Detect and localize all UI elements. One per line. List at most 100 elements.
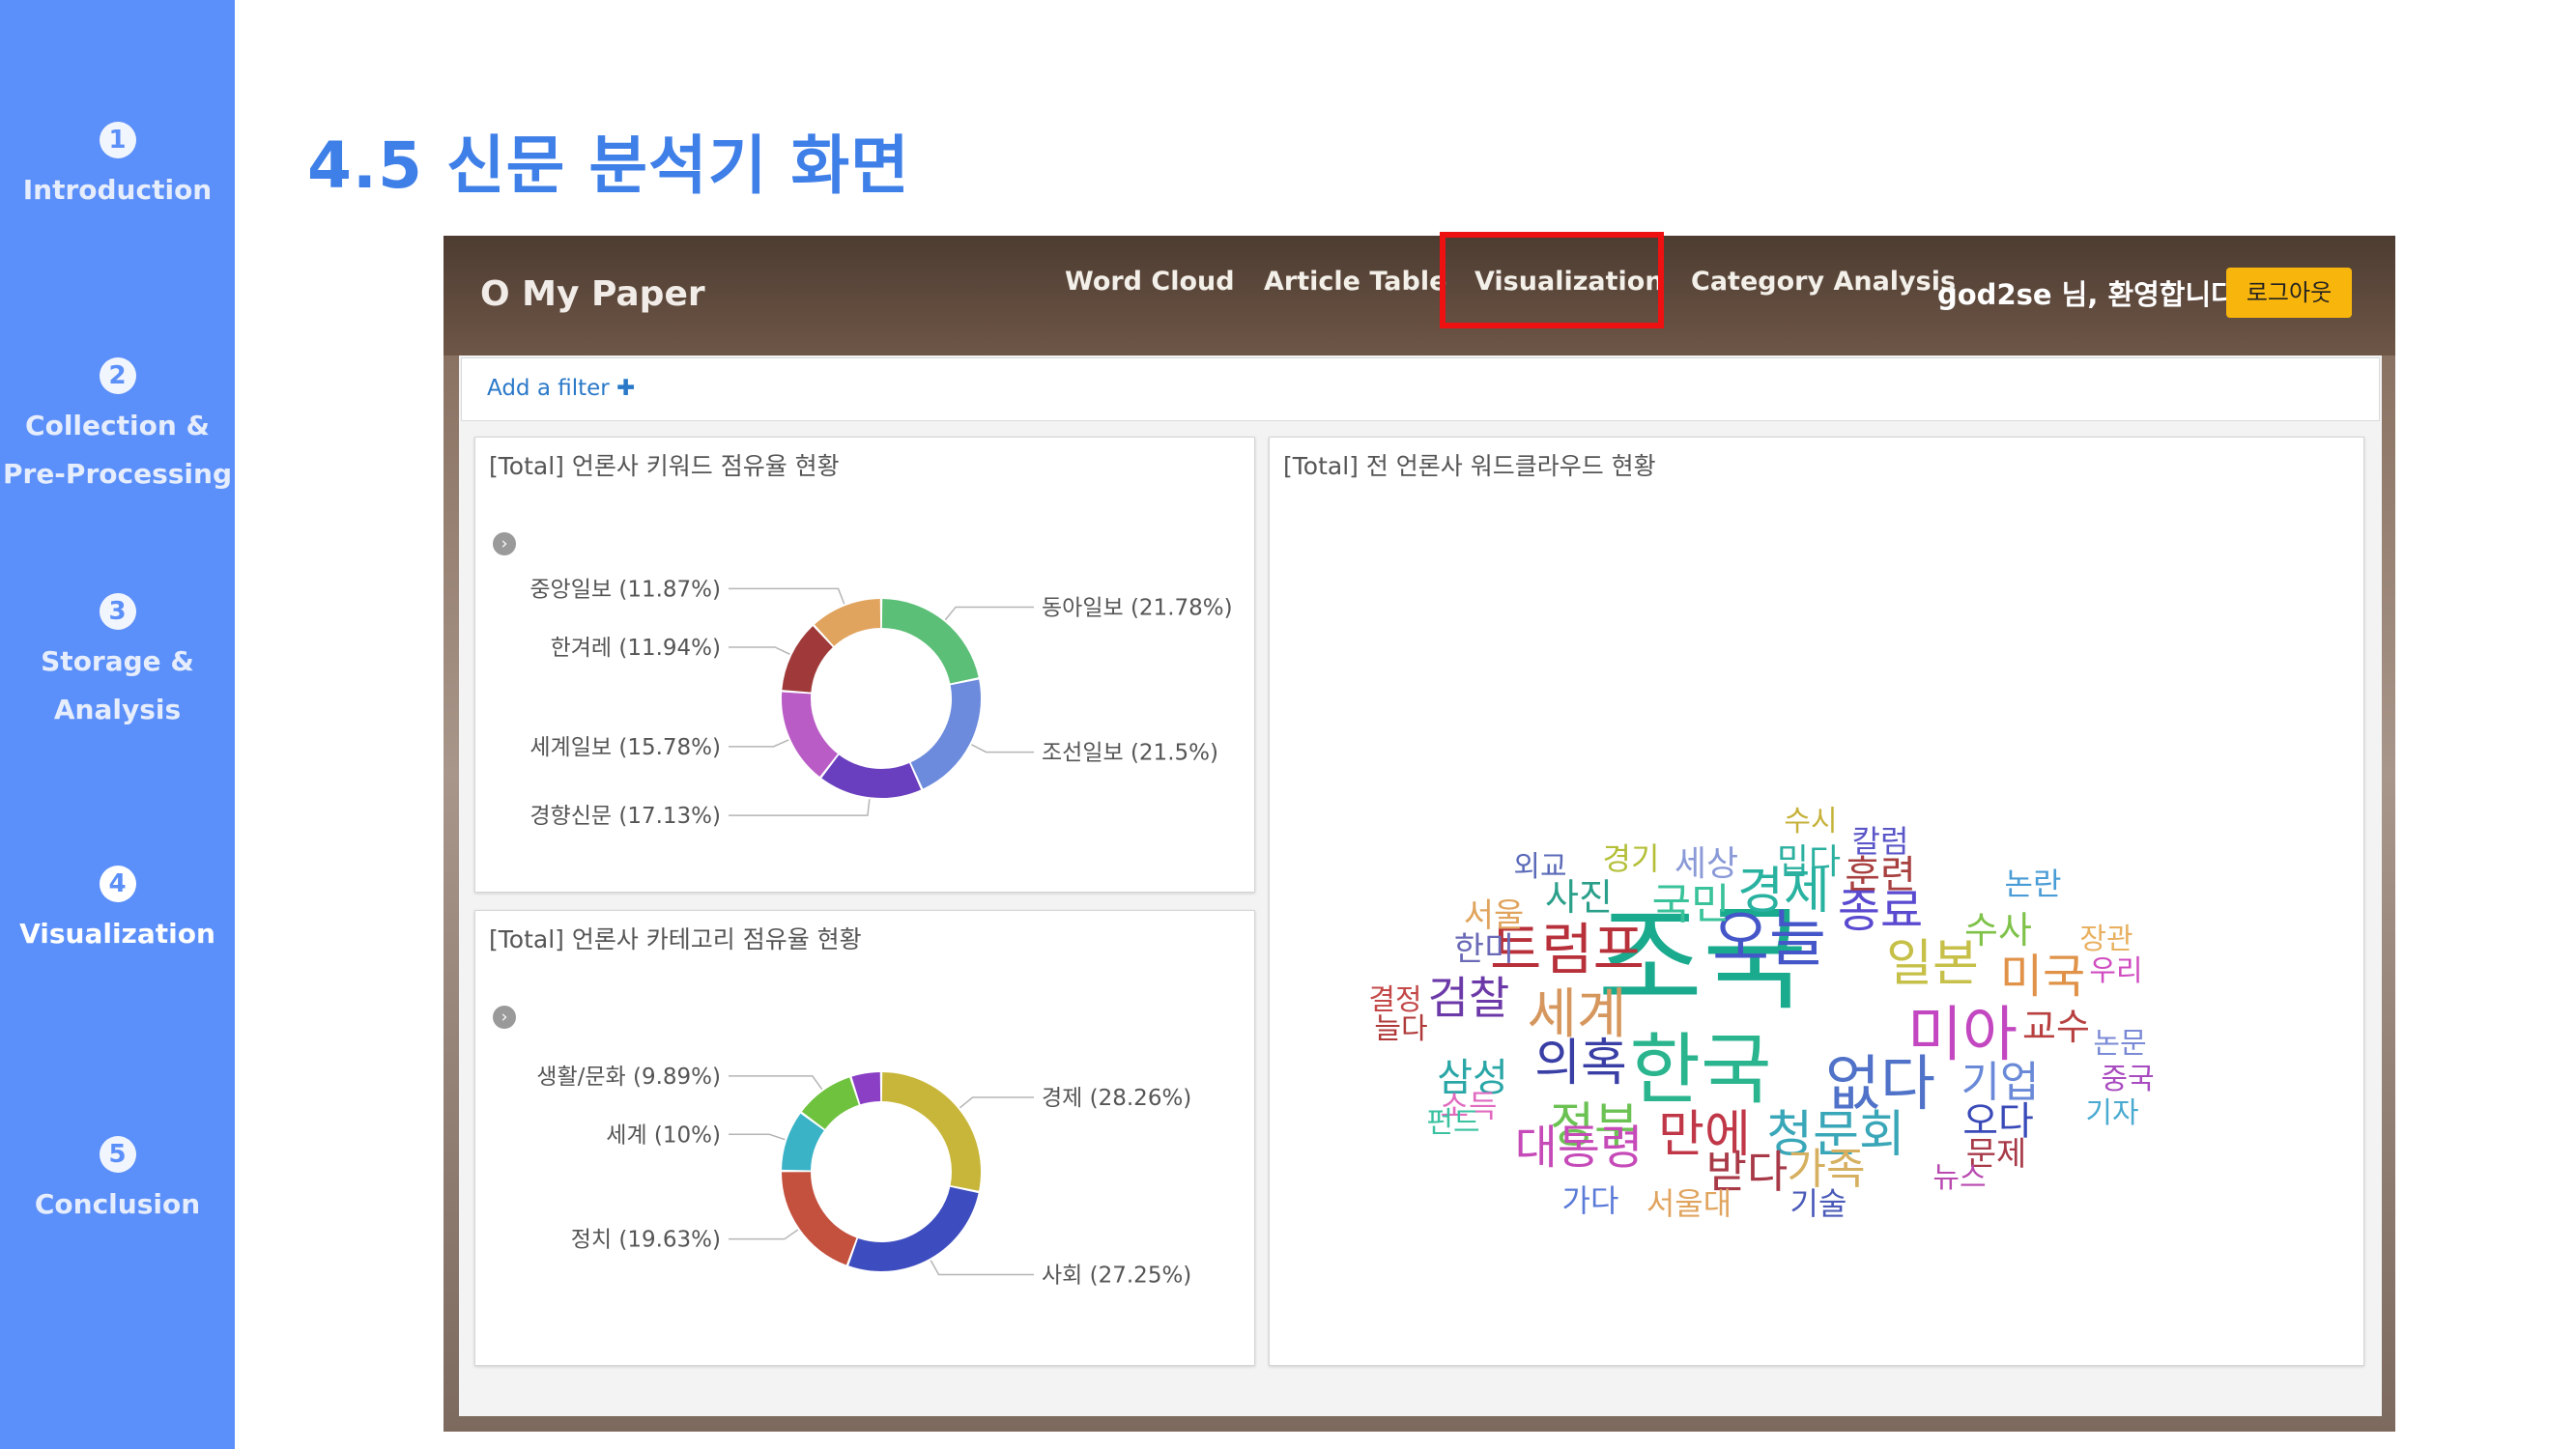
app-window: O My Paper Word Cloud Article Table Visu… (444, 232, 2395, 1432)
panel-word-cloud: [Total] 전 언론사 워드클라우드 현황 조국 한국 오늘 미아 트럼프 없다 세계 경… (1269, 437, 2364, 1366)
slice-label: 조선일보 (21.5%) (1042, 741, 1218, 766)
section-number-1: 1 (99, 122, 136, 158)
section-label: Conclusion (34, 1188, 201, 1220)
section-label: Visualization (19, 918, 215, 950)
section-collection: 2 Collection & Pre-Processing (0, 357, 235, 498)
donut-slice-4[interactable] (801, 1077, 860, 1130)
cloud-word[interactable]: 경기 (1603, 843, 1660, 874)
navbar: O My Paper Word Cloud Article Table Visu… (444, 232, 2395, 355)
cloud-word[interactable]: 뉴스 (1932, 1164, 1986, 1193)
cloud-word[interactable]: 대통령 (1515, 1124, 1643, 1171)
donut-slice-2[interactable] (782, 1171, 857, 1265)
cloud-word[interactable]: 없다 (1825, 1054, 1935, 1114)
slice-label: 동아일보 (21.78%) (1042, 595, 1233, 620)
cloud-word[interactable]: 늘다 (1374, 1015, 1427, 1044)
donut-slice-0[interactable] (881, 599, 979, 684)
section-introduction: 1 Introduction (0, 122, 235, 214)
leader-line (729, 1133, 786, 1141)
logout-button[interactable]: 로그아웃 (2226, 268, 2352, 318)
cloud-word[interactable]: 외교 (1513, 853, 1566, 882)
slice-label: 정치 (19.63%) (571, 1228, 721, 1253)
panel-category-share: [Total] 언론사 카테고리 점유율 현황 › 경제 (28.26%) 사회 … (474, 910, 1255, 1366)
add-filter-link[interactable]: Add a filter ✚ (487, 376, 635, 401)
slice-label: 세계 (10%) (606, 1122, 721, 1148)
cloud-word[interactable]: 칼럼 (1852, 826, 1909, 857)
donut-slice-4[interactable] (782, 626, 834, 694)
cloud-word[interactable]: 훈련 (1845, 856, 1916, 895)
slice-label: 경제 (28.26%) (1042, 1086, 1191, 1111)
slice-label: 한겨레 (11.94%) (551, 636, 721, 661)
section-label-line2: Analysis (53, 694, 182, 725)
leader-line (729, 1229, 799, 1240)
highlight-box (1440, 232, 1664, 328)
section-storage: 3 Storage & Analysis (0, 593, 235, 734)
cloud-word[interactable]: 논문 (2093, 1030, 2146, 1059)
keyword-donut-chart: 동아일보 (21.78%) 조선일보 (21.5%) 경향신문 (17.13%) 세계… (530, 577, 1233, 829)
cloud-word[interactable]: 결정 (1368, 986, 1421, 1015)
cloud-word[interactable]: 기업 (1961, 1062, 2040, 1104)
welcome-text: god2se 님, 환영합니다. (1937, 278, 2247, 311)
section-label: Collection & (25, 410, 210, 441)
section-label: Introduction (22, 174, 213, 206)
cloud-word[interactable]: 펀드 (1426, 1109, 1479, 1138)
category-donut-chart: 경제 (28.26%) 사회 (27.25%) 정치 (19.63%) 세계 (10%… (536, 1065, 1191, 1289)
leader-line (944, 606, 1034, 621)
filter-bar: Add a filter ✚ (461, 357, 2380, 421)
slide-sidebar: 1 Introduction 2 Collection & Pre-Proces… (0, 0, 235, 1449)
donut-slice-1[interactable] (910, 679, 981, 789)
slice-label: 경향신문 (17.13%) (530, 804, 721, 829)
cloud-word[interactable]: 국민 (1652, 884, 1731, 926)
nav-word-cloud[interactable]: Word Cloud (1065, 267, 1235, 297)
leader-line (971, 744, 1034, 753)
cloud-word[interactable]: 가다 (1562, 1185, 1619, 1216)
panel-keyword-share: [Total] 언론사 키워드 점유율 현황 › 동아일보 (21.78%) 조선… (474, 437, 1255, 893)
donut-slice-2[interactable] (821, 754, 922, 798)
cloud-word[interactable]: 의혹 (1534, 1038, 1627, 1089)
slice-label: 사회 (27.25%) (1042, 1263, 1191, 1288)
donut-slice-5[interactable] (815, 599, 881, 647)
cloud-word[interactable]: 우리 (2089, 957, 2142, 986)
cloud-word[interactable]: 수사 (1964, 912, 2032, 949)
cloud-word[interactable]: 검찰 (1428, 976, 1510, 1020)
slice-label: 생활/문화 (9.89%) (536, 1065, 721, 1090)
donut-slice-5[interactable] (851, 1072, 881, 1105)
cloud-word[interactable]: 논란 (2005, 868, 2062, 899)
cloud-word[interactable]: 중국 (2101, 1065, 2154, 1094)
section-number-4: 4 (99, 866, 136, 902)
cloud-word[interactable]: 서울대 (1646, 1188, 1732, 1219)
section-number-5: 5 (99, 1136, 136, 1173)
cloud-word[interactable]: 교수 (2022, 1009, 2090, 1045)
section-number-2: 2 (99, 357, 136, 394)
section-visualization: 4 Visualization (0, 866, 235, 958)
cloud-word[interactable]: 한미 (1454, 933, 1515, 966)
cloud-word[interactable]: 장관 (2079, 925, 2132, 954)
section-number-3: 3 (99, 593, 136, 630)
slice-label: 중앙일보 (11.87%) (530, 577, 721, 602)
brand-logo[interactable]: O My Paper (480, 274, 705, 314)
slice-label: 세계일보 (15.78%) (530, 735, 721, 760)
nav-article-table[interactable]: Article Table (1264, 267, 1446, 297)
cloud-word[interactable]: 기술 (1790, 1188, 1847, 1219)
slide-title: 4.5 신문 분석기 화면 (307, 128, 910, 203)
leader-line (729, 739, 789, 748)
donut-slice-3[interactable] (782, 1113, 825, 1172)
cloud-word[interactable]: 서울 (1464, 899, 1525, 932)
leader-line (729, 1075, 823, 1091)
leader-line (930, 1260, 1034, 1276)
section-label-line2: Pre-Processing (2, 458, 232, 490)
section-label: Storage & (41, 645, 194, 677)
cloud-word[interactable]: 기자 (2085, 1099, 2138, 1128)
panel-title: [Total] 전 언론사 워드클라우드 현황 (1283, 452, 1656, 480)
cloud-word[interactable]: 미국 (2000, 953, 2085, 1000)
nav-category-analysis[interactable]: Category Analysis (1691, 267, 1956, 297)
donut-slice-1[interactable] (848, 1186, 979, 1271)
section-conclusion: 5 Conclusion (0, 1136, 235, 1229)
cloud-word[interactable]: 세상 (1674, 847, 1738, 882)
cloud-word[interactable]: 사진 (1545, 879, 1613, 916)
cloud-word[interactable]: 한국 (1629, 1032, 1771, 1109)
cloud-word[interactable]: 수시 (1784, 808, 1837, 837)
leader-line (729, 646, 790, 656)
cloud-word[interactable]: 밉다 (1777, 845, 1841, 880)
donut-slice-0[interactable] (881, 1072, 981, 1191)
donut-slice-3[interactable] (782, 692, 839, 777)
